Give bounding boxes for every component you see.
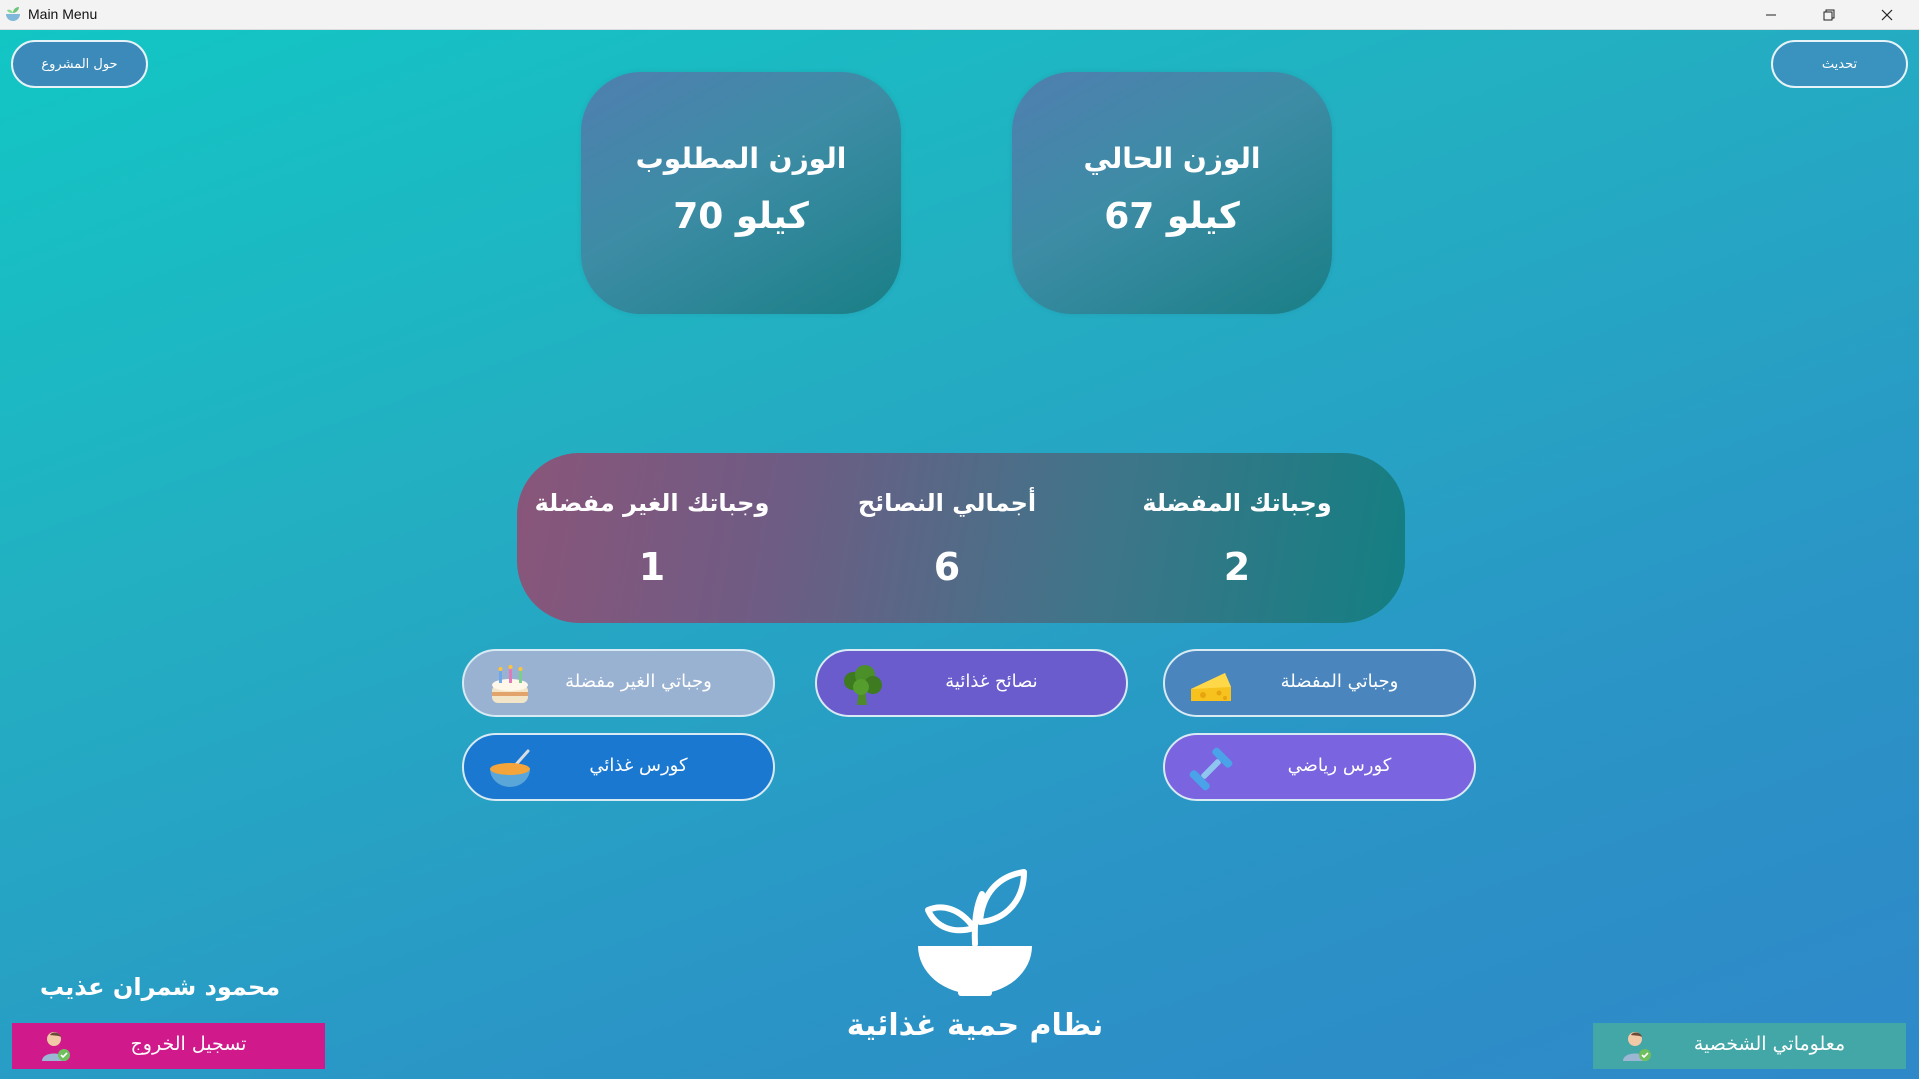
- close-button[interactable]: [1858, 0, 1916, 29]
- logout-label: تسجيل الخروج: [130, 1033, 247, 1055]
- target-weight-card: الوزن المطلوب 70 كيلو: [581, 72, 901, 314]
- target-weight-label: الوزن المطلوب: [635, 142, 847, 175]
- refresh-button[interactable]: تحديث: [1771, 40, 1908, 88]
- user-avatar-icon: [42, 1032, 70, 1061]
- broccoli-icon: [844, 665, 882, 705]
- target-weight-value: 70 كيلو: [673, 196, 809, 237]
- app-name: نظام حمية غذائية: [846, 1008, 1104, 1043]
- favorite-meals-label: وجباتي المفضلة: [1280, 671, 1399, 692]
- stat-total-tips: أجمالي النصائح 6: [827, 453, 1067, 623]
- about-project-button[interactable]: حول المشروع: [11, 40, 148, 88]
- stat-total-tips-label: أجمالي النصائح: [857, 489, 1037, 517]
- stat-unfavorite-meals: وجباتك الغير مفضلة 1: [527, 453, 777, 623]
- current-weight-label: الوزن الحالي: [1083, 142, 1261, 175]
- minimize-icon: [1766, 14, 1776, 15]
- diet-course-button[interactable]: كورس غذائي: [462, 733, 775, 801]
- unfavorite-meals-button[interactable]: وجباتي الغير مفضلة: [462, 649, 775, 717]
- stat-unfavorite-meals-label: وجباتك الغير مفضلة: [534, 489, 770, 517]
- stat-unfavorite-meals-value: 1: [638, 545, 666, 589]
- window-title: Main Menu: [28, 6, 98, 22]
- nutrition-tips-label: نصائح غذائية: [945, 671, 1038, 692]
- current-weight-value: 67 كيلو: [1104, 196, 1240, 237]
- current-weight-card: الوزن الحالي 67 كيلو: [1012, 72, 1332, 314]
- close-icon: [1881, 9, 1893, 20]
- user-name: محمود شمران عذيب: [39, 973, 281, 1001]
- bowl-icon: [490, 749, 530, 787]
- stat-favorite-meals-value: 2: [1223, 545, 1251, 589]
- restore-button[interactable]: [1800, 0, 1858, 29]
- restore-icon: [1823, 9, 1835, 20]
- sport-course-button[interactable]: كورس رياضي: [1163, 733, 1476, 801]
- window-titlebar: Main Menu: [0, 0, 1919, 30]
- logout-button[interactable]: تسجيل الخروج: [12, 1023, 325, 1069]
- diet-logo-icon: [918, 869, 1032, 996]
- nutrition-tips-button[interactable]: نصائح غذائية: [815, 649, 1128, 717]
- cake-icon: [492, 665, 528, 703]
- diet-course-label: كورس غذائي: [589, 755, 688, 776]
- dumbbell-icon: [1189, 747, 1233, 791]
- app-bowl-icon: [6, 7, 20, 21]
- cheese-icon: [1191, 673, 1231, 701]
- main-menu-panel: حول المشروع تحديث الوزن المطلوب 70 كيلو …: [0, 30, 1919, 1079]
- profile-label: معلوماتي الشخصية: [1693, 1033, 1846, 1055]
- unfavorite-meals-label: وجباتي الغير مفضلة: [565, 671, 712, 692]
- profile-button[interactable]: معلوماتي الشخصية: [1593, 1023, 1906, 1069]
- minimize-button[interactable]: [1742, 0, 1800, 29]
- stats-panel: وجباتك الغير مفضلة 1 أجمالي النصائح 6 وج…: [517, 453, 1405, 623]
- stat-total-tips-value: 6: [933, 545, 961, 589]
- stat-favorite-meals-label: وجباتك المفضلة: [1142, 489, 1332, 517]
- user-avatar-icon: [1623, 1032, 1651, 1061]
- stat-favorite-meals: وجباتك المفضلة 2: [1097, 453, 1377, 623]
- favorite-meals-button[interactable]: وجباتي المفضلة: [1163, 649, 1476, 717]
- sport-course-label: كورس رياضي: [1287, 755, 1392, 776]
